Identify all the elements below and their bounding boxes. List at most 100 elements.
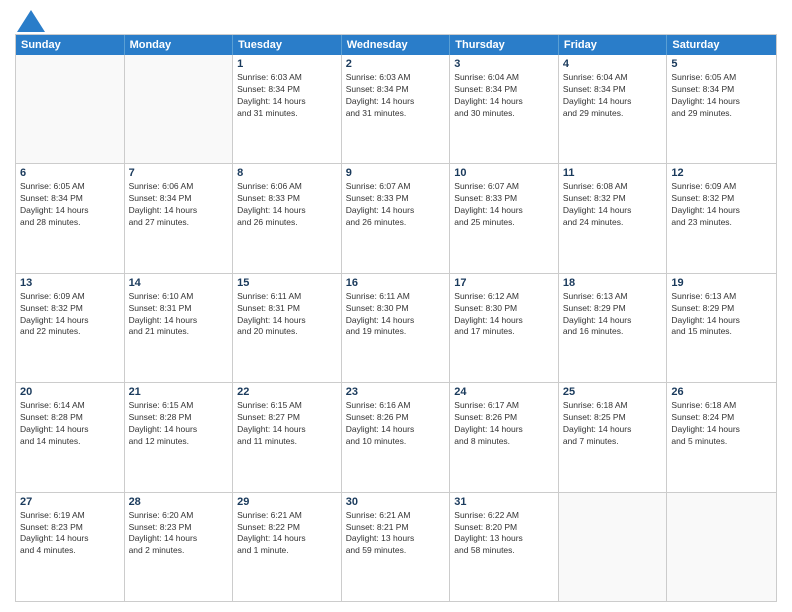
day-info: Sunrise: 6:18 AM Sunset: 8:25 PM Dayligh…: [563, 400, 663, 448]
day-info: Sunrise: 6:22 AM Sunset: 8:20 PM Dayligh…: [454, 510, 554, 558]
day-info: Sunrise: 6:15 AM Sunset: 8:27 PM Dayligh…: [237, 400, 337, 448]
cal-day-8: 8Sunrise: 6:06 AM Sunset: 8:33 PM Daylig…: [233, 164, 342, 272]
cal-day-27: 27 Sunrise: 6:19 AM Sunset: 8:23 PM Dayli…: [16, 493, 125, 601]
cal-header-sunday: Sunday: [16, 35, 125, 55]
cal-day-28: 28 Sunrise: 6:20 AM Sunset: 8:23 PM Dayli…: [125, 493, 234, 601]
cal-day-9: 9 Sunrise: 6:07 AM Sunset: 8:33 PM Daylig…: [342, 164, 451, 272]
calendar-page: SundayMondayTuesdayWednesdayThursdayFrid…: [0, 0, 792, 612]
day-number: 21: [129, 386, 229, 398]
day-number: 25: [563, 386, 663, 398]
day-info: Sunrise: 6:21 AM Sunset: 8:22 PM Dayligh…: [237, 510, 337, 558]
day-number: 14: [129, 277, 229, 289]
day-info: Sunrise: 6:06 AM Sunset: 8:33 PM Dayligh…: [237, 181, 337, 229]
day-info: Sunrise: 6:20 AM Sunset: 8:23 PM Dayligh…: [129, 510, 229, 558]
day-info: Sunrise: 6:05 AM Sunset: 8:34 PM Dayligh…: [20, 181, 120, 229]
calendar-week-3: 13 Sunrise: 6:09 AM Sunset: 8:32 PM Dayli…: [16, 273, 776, 382]
cal-day-14: 14 Sunrise: 6:10 AM Sunset: 8:31 PM Dayli…: [125, 274, 234, 382]
day-info: Sunrise: 6:21 AM Sunset: 8:21 PM Dayligh…: [346, 510, 446, 558]
cal-day-22: 22 Sunrise: 6:15 AM Sunset: 8:27 PM Dayli…: [233, 383, 342, 491]
day-number: 28: [129, 496, 229, 508]
day-number: 4: [563, 58, 663, 70]
day-info: Sunrise: 6:13 AM Sunset: 8:29 PM Dayligh…: [563, 291, 663, 339]
cal-day-21: 21 Sunrise: 6:15 AM Sunset: 8:28 PM Dayli…: [125, 383, 234, 491]
day-info: Sunrise: 6:18 AM Sunset: 8:24 PM Dayligh…: [671, 400, 772, 448]
day-number: 18: [563, 277, 663, 289]
day-number: 16: [346, 277, 446, 289]
cal-day-6: 6Sunrise: 6:05 AM Sunset: 8:34 PM Daylig…: [16, 164, 125, 272]
cal-header-monday: Monday: [125, 35, 234, 55]
cal-day-18: 18 Sunrise: 6:13 AM Sunset: 8:29 PM Dayli…: [559, 274, 668, 382]
cal-header-saturday: Saturday: [667, 35, 776, 55]
day-number: 22: [237, 386, 337, 398]
day-number: 31: [454, 496, 554, 508]
day-number: 13: [20, 277, 120, 289]
cal-day-29: 29 Sunrise: 6:21 AM Sunset: 8:22 PM Dayli…: [233, 493, 342, 601]
day-info: Sunrise: 6:03 AM Sunset: 8:34 PM Dayligh…: [346, 72, 446, 120]
day-number: 9: [346, 167, 446, 179]
day-info: Sunrise: 6:09 AM Sunset: 8:32 PM Dayligh…: [20, 291, 120, 339]
day-info: Sunrise: 6:16 AM Sunset: 8:26 PM Dayligh…: [346, 400, 446, 448]
day-number: 17: [454, 277, 554, 289]
day-info: Sunrise: 6:11 AM Sunset: 8:30 PM Dayligh…: [346, 291, 446, 339]
day-number: 7: [129, 167, 229, 179]
cal-day-25: 25 Sunrise: 6:18 AM Sunset: 8:25 PM Dayli…: [559, 383, 668, 491]
cal-day-1: 1 Sunrise: 6:03 AM Sunset: 8:34 PM Daylig…: [233, 55, 342, 163]
cal-header-thursday: Thursday: [450, 35, 559, 55]
cal-day-4: 4 Sunrise: 6:04 AM Sunset: 8:34 PM Daylig…: [559, 55, 668, 163]
day-info: Sunrise: 6:07 AM Sunset: 8:33 PM Dayligh…: [454, 181, 554, 229]
cal-day-5: 5Sunrise: 6:05 AM Sunset: 8:34 PM Daylig…: [667, 55, 776, 163]
day-number: 26: [671, 386, 772, 398]
cal-day-2: 2 Sunrise: 6:03 AM Sunset: 8:34 PM Daylig…: [342, 55, 451, 163]
day-info: Sunrise: 6:03 AM Sunset: 8:34 PM Dayligh…: [237, 72, 337, 120]
cal-day-13: 13 Sunrise: 6:09 AM Sunset: 8:32 PM Dayli…: [16, 274, 125, 382]
cal-empty-cell: [125, 55, 234, 163]
day-info: Sunrise: 6:07 AM Sunset: 8:33 PM Dayligh…: [346, 181, 446, 229]
day-info: Sunrise: 6:04 AM Sunset: 8:34 PM Dayligh…: [454, 72, 554, 120]
cal-day-12: 12Sunrise: 6:09 AM Sunset: 8:32 PM Dayli…: [667, 164, 776, 272]
day-number: 2: [346, 58, 446, 70]
cal-day-30: 30Sunrise: 6:21 AM Sunset: 8:21 PM Dayli…: [342, 493, 451, 601]
cal-header-friday: Friday: [559, 35, 668, 55]
day-number: 1: [237, 58, 337, 70]
day-info: Sunrise: 6:04 AM Sunset: 8:34 PM Dayligh…: [563, 72, 663, 120]
cal-day-17: 17 Sunrise: 6:12 AM Sunset: 8:30 PM Dayli…: [450, 274, 559, 382]
calendar-week-2: 6Sunrise: 6:05 AM Sunset: 8:34 PM Daylig…: [16, 163, 776, 272]
cal-empty-cell: [559, 493, 668, 601]
day-number: 20: [20, 386, 120, 398]
day-number: 24: [454, 386, 554, 398]
cal-header-tuesday: Tuesday: [233, 35, 342, 55]
cal-header-wednesday: Wednesday: [342, 35, 451, 55]
logo: [15, 10, 45, 28]
day-info: Sunrise: 6:09 AM Sunset: 8:32 PM Dayligh…: [671, 181, 772, 229]
day-number: 19: [671, 277, 772, 289]
day-number: 10: [454, 167, 554, 179]
day-number: 23: [346, 386, 446, 398]
cal-day-24: 24Sunrise: 6:17 AM Sunset: 8:26 PM Dayli…: [450, 383, 559, 491]
day-info: Sunrise: 6:11 AM Sunset: 8:31 PM Dayligh…: [237, 291, 337, 339]
cal-day-23: 23 Sunrise: 6:16 AM Sunset: 8:26 PM Dayli…: [342, 383, 451, 491]
day-info: Sunrise: 6:10 AM Sunset: 8:31 PM Dayligh…: [129, 291, 229, 339]
day-number: 5: [671, 58, 772, 70]
day-info: Sunrise: 6:08 AM Sunset: 8:32 PM Dayligh…: [563, 181, 663, 229]
day-info: Sunrise: 6:13 AM Sunset: 8:29 PM Dayligh…: [671, 291, 772, 339]
day-info: Sunrise: 6:15 AM Sunset: 8:28 PM Dayligh…: [129, 400, 229, 448]
day-info: Sunrise: 6:19 AM Sunset: 8:23 PM Dayligh…: [20, 510, 120, 558]
day-info: Sunrise: 6:06 AM Sunset: 8:34 PM Dayligh…: [129, 181, 229, 229]
cal-empty-cell: [16, 55, 125, 163]
day-number: 11: [563, 167, 663, 179]
day-number: 29: [237, 496, 337, 508]
day-info: Sunrise: 6:12 AM Sunset: 8:30 PM Dayligh…: [454, 291, 554, 339]
calendar-week-4: 20Sunrise: 6:14 AM Sunset: 8:28 PM Dayli…: [16, 382, 776, 491]
cal-day-19: 19 Sunrise: 6:13 AM Sunset: 8:29 PM Dayli…: [667, 274, 776, 382]
cal-day-15: 15 Sunrise: 6:11 AM Sunset: 8:31 PM Dayli…: [233, 274, 342, 382]
cal-empty-cell: [667, 493, 776, 601]
calendar-body: 1 Sunrise: 6:03 AM Sunset: 8:34 PM Daylig…: [16, 55, 776, 601]
day-number: 15: [237, 277, 337, 289]
calendar: SundayMondayTuesdayWednesdayThursdayFrid…: [15, 34, 777, 602]
cal-day-10: 10 Sunrise: 6:07 AM Sunset: 8:33 PM Dayli…: [450, 164, 559, 272]
cal-day-16: 16 Sunrise: 6:11 AM Sunset: 8:30 PM Dayli…: [342, 274, 451, 382]
cal-day-3: 3Sunrise: 6:04 AM Sunset: 8:34 PM Daylig…: [450, 55, 559, 163]
logo-icon: [17, 10, 45, 32]
day-number: 27: [20, 496, 120, 508]
cal-day-20: 20Sunrise: 6:14 AM Sunset: 8:28 PM Dayli…: [16, 383, 125, 491]
